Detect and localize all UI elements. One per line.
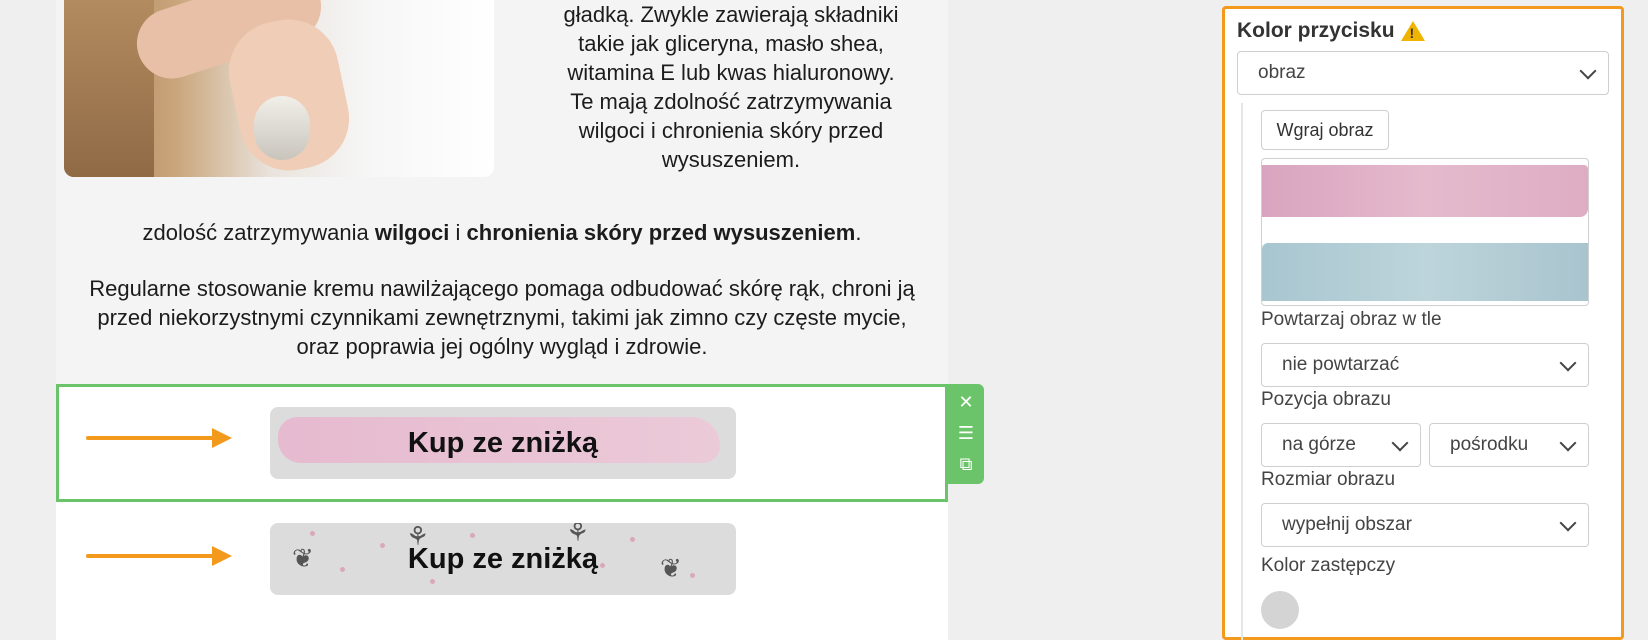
arrow-right-icon: [86, 428, 236, 448]
warning-icon: [1400, 21, 1425, 41]
fill-type-select[interactable]: obraz: [1237, 51, 1609, 95]
move-handle-icon[interactable]: ☰: [958, 424, 974, 443]
side-text-line: wysuszeniem.: [661, 147, 801, 172]
repeat-label: Powtarzaj obraz w tle: [1261, 309, 1442, 330]
panel-title: Kolor przycisku: [1237, 19, 1425, 43]
chevron-down-icon: [1391, 434, 1409, 452]
image-cream-jar: [254, 96, 310, 160]
image-side-text[interactable]: gładką. Zwykle zawierają składniki takie…: [526, 0, 936, 174]
position-horizontal-value: pośrodku: [1450, 434, 1529, 455]
summary-text[interactable]: zdolość zatrzymywania wilgoci i chronien…: [56, 220, 948, 246]
position-horizontal-select[interactable]: pośrodku: [1429, 423, 1589, 467]
summary-text-part: zdolość zatrzymywania: [142, 220, 375, 245]
preview-pink-stroke: [1262, 165, 1588, 217]
side-text-line: wilgoci i chronienia skóry przed: [578, 118, 884, 143]
side-text-line: takie jak gliceryna, masło shea,: [578, 31, 884, 56]
preview-blue-stroke: [1262, 243, 1588, 301]
fallback-color-swatch[interactable]: [1261, 591, 1299, 629]
position-vertical-select[interactable]: na górze: [1261, 423, 1421, 467]
leaf-icon: ❦: [292, 543, 314, 573]
position-label: Pozycja obrazu: [1261, 389, 1391, 410]
chevron-down-icon: [1559, 434, 1577, 452]
panel-title-text: Kolor przycisku: [1237, 19, 1395, 42]
repeat-value: nie powtarzać: [1282, 354, 1400, 375]
arrow-right-icon: [86, 546, 236, 566]
side-text-line: gładką. Zwykle zawierają składniki: [563, 2, 899, 27]
buy-discount-button[interactable]: Kup ze zniżką: [270, 407, 736, 479]
summary-text-part: i: [449, 220, 467, 245]
paragraph-text[interactable]: Regularne stosowanie kremu nawilżającego…: [76, 274, 928, 361]
chevron-down-icon: [1579, 62, 1597, 80]
position-vertical-value: na górze: [1282, 434, 1356, 455]
close-icon[interactable]: ✕: [958, 394, 973, 412]
buy-button-label: Kup ze zniżką: [407, 542, 599, 575]
size-label: Rozmiar obrazu: [1261, 469, 1396, 490]
fallback-color-label: Kolor zastępczy: [1261, 555, 1396, 576]
summary-text-part: .: [855, 220, 862, 245]
side-text-line: witamina E lub kwas hialuronowy.: [567, 60, 895, 85]
copy-icon[interactable]: ⧉: [960, 455, 973, 474]
side-text-line: Te mają zdolność zatrzymywania: [570, 89, 892, 114]
size-select[interactable]: wypełnij obszar: [1261, 503, 1589, 547]
buy-button-label: Kup ze zniżką: [407, 426, 599, 459]
block-toolbar: ✕ ☰ ⧉: [948, 384, 984, 484]
summary-bold-wilgoci: wilgoci: [374, 220, 450, 245]
chevron-down-icon: [1559, 514, 1577, 532]
button-color-panel: Kolor przycisku obraz Wgraj obraz Powtar…: [1222, 6, 1624, 640]
buy-discount-button-floral[interactable]: ❦ ⚘ ⚘ ❦ Kup ze zniżką: [270, 523, 736, 595]
fill-type-value: obraz: [1258, 62, 1306, 83]
chevron-down-icon: [1559, 354, 1577, 372]
image-preview: [1261, 158, 1589, 306]
subsection-divider: [1241, 103, 1243, 640]
summary-bold-chronienia: chronienia skóry przed wysuszeniem: [466, 220, 856, 245]
size-value: wypełnij obszar: [1282, 514, 1412, 535]
upload-image-button[interactable]: Wgraj obraz: [1261, 110, 1389, 150]
leaf-icon: ❦: [660, 553, 682, 583]
repeat-select[interactable]: nie powtarzać: [1261, 343, 1589, 387]
editor-canvas: gładką. Zwykle zawierają składniki takie…: [56, 0, 948, 640]
hands-cream-image[interactable]: [64, 0, 494, 177]
